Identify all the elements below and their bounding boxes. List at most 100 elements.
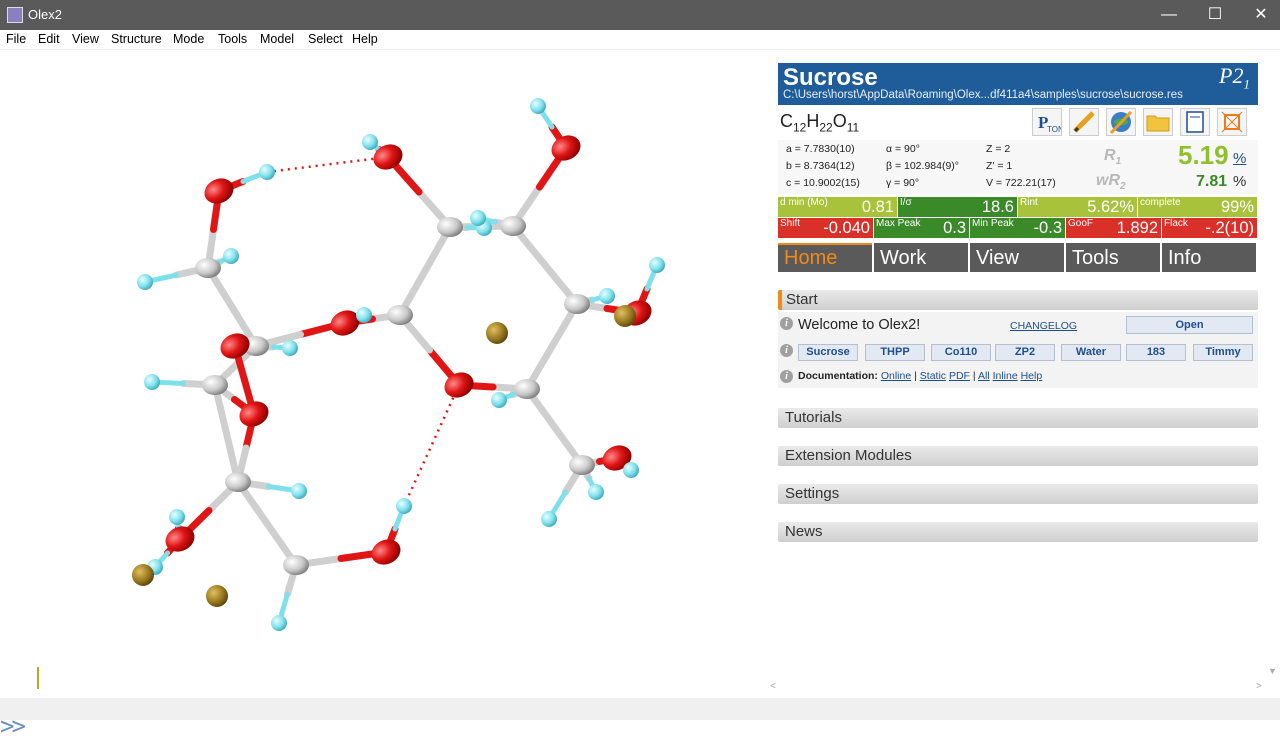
tab-tools[interactable]: Tools	[1066, 243, 1160, 272]
pencil-icon[interactable]	[1069, 108, 1099, 136]
electron-density-peak[interactable]	[486, 322, 508, 344]
hydrogen-atom[interactable]	[356, 307, 372, 323]
sample-co110-button[interactable]: Co110	[931, 344, 991, 361]
sample-zp2-button[interactable]: ZP2	[995, 344, 1055, 361]
folder-icon[interactable]	[1143, 108, 1173, 136]
carbon-atom[interactable]	[437, 217, 463, 237]
molecule-viewer[interactable]: >>	[0, 50, 765, 740]
electron-density-peak[interactable]	[132, 564, 154, 586]
tab-home[interactable]: Home	[778, 243, 872, 272]
hydrogen-atom[interactable]	[396, 498, 412, 514]
window-title: Olex2	[28, 7, 62, 22]
section-news[interactable]: News	[778, 522, 1258, 542]
menu-structure[interactable]: Structure	[111, 32, 162, 46]
doc-inline-link[interactable]: Inline	[993, 370, 1018, 382]
sample-thpp-button[interactable]: THPP	[865, 344, 925, 361]
globe-icon[interactable]	[1106, 108, 1136, 136]
doc-help-link[interactable]: Help	[1021, 370, 1043, 382]
hydrogen-atom[interactable]	[223, 248, 239, 264]
sample-water-button[interactable]: Water	[1061, 344, 1121, 361]
hydrogen-atom[interactable]	[588, 484, 604, 500]
carbon-atom[interactable]	[387, 305, 413, 325]
minimize-button[interactable]: —	[1146, 0, 1192, 30]
scroll-right-arrow[interactable]: >	[1256, 681, 1262, 692]
carbon-atom[interactable]	[500, 216, 526, 236]
hydrogen-atom[interactable]	[470, 210, 486, 226]
doc-pdf-link[interactable]: PDF	[949, 370, 970, 382]
scroll-left-arrow[interactable]: <	[770, 681, 776, 692]
section-tutorials[interactable]: Tutorials	[778, 408, 1258, 428]
hydrogen-atom[interactable]	[530, 98, 546, 114]
menu-view[interactable]: View	[72, 32, 99, 46]
hydrogen-atom[interactable]	[291, 483, 307, 499]
stat-label: Min Peak	[972, 218, 1014, 229]
menu-tools[interactable]: Tools	[218, 32, 247, 46]
menu-edit[interactable]: Edit	[38, 32, 60, 46]
open-button[interactable]: Open	[1126, 316, 1253, 334]
menu-select[interactable]: Select	[308, 32, 343, 46]
doc-static-link[interactable]: Static	[920, 370, 946, 382]
info-icon[interactable]: i	[780, 344, 793, 357]
hydrogen-atom[interactable]	[169, 509, 185, 525]
carbon-atom[interactable]	[202, 375, 228, 395]
hydrogen-atom[interactable]	[271, 615, 287, 631]
stat-label: Flack	[1164, 218, 1188, 229]
hydrogen-atom[interactable]	[491, 392, 507, 408]
stat-value: 18.6	[981, 198, 1014, 216]
menu-file[interactable]: File	[6, 32, 26, 46]
carbon-atom[interactable]	[283, 555, 309, 575]
structure-name: Sucrose	[783, 64, 878, 91]
doc-all-link[interactable]: All	[978, 370, 990, 382]
hydrogen-bond[interactable]	[266, 155, 389, 174]
electron-density-peak[interactable]	[206, 585, 228, 607]
menu-model[interactable]: Model	[260, 32, 294, 46]
hydrogen-atom[interactable]	[144, 374, 160, 390]
sample-sucrose-button[interactable]: Sucrose	[798, 344, 858, 361]
oxygen-atom[interactable]	[200, 174, 237, 208]
section-start[interactable]: Start	[778, 290, 1258, 310]
command-input-caret[interactable]	[37, 667, 39, 689]
menu-mode[interactable]: Mode	[173, 32, 204, 46]
section-extension-modules[interactable]: Extension Modules	[778, 446, 1258, 466]
hydrogen-atom[interactable]	[599, 288, 615, 304]
scroll-down-arrow[interactable]: ▼	[1268, 666, 1277, 676]
hydrogen-atom[interactable]	[282, 340, 298, 356]
tab-work[interactable]: Work	[874, 243, 968, 272]
oxygen-atom[interactable]	[547, 131, 584, 165]
sample-183-button[interactable]: 183	[1126, 344, 1186, 361]
hydrogen-atom[interactable]	[541, 511, 557, 527]
oxygen-atom[interactable]	[367, 535, 404, 569]
crystal-icon[interactable]	[1217, 108, 1247, 136]
doc-online-link[interactable]: Online	[881, 370, 911, 382]
hydrogen-atom[interactable]	[259, 164, 275, 180]
r1-unit[interactable]: %	[1233, 150, 1246, 167]
ptable-icon[interactable]: P TON	[1032, 108, 1064, 136]
hydrogen-atom[interactable]	[137, 274, 153, 290]
carbon-atom[interactable]	[225, 472, 251, 492]
carbon-atom[interactable]	[569, 455, 595, 475]
file-path[interactable]: C:\Users\horst\AppData\Roaming\Olex...df…	[783, 89, 1183, 101]
sample-timmy-button[interactable]: Timmy	[1193, 344, 1253, 361]
hydrogen-atom[interactable]	[649, 257, 665, 273]
close-button[interactable]: ✕	[1238, 0, 1280, 30]
electron-density-peak[interactable]	[614, 305, 636, 327]
carbon-atom[interactable]	[195, 258, 221, 278]
info-icon[interactable]: i	[780, 317, 793, 330]
info-icon[interactable]: i	[780, 370, 793, 383]
hydrogen-atom[interactable]	[362, 134, 378, 150]
carbon-atom[interactable]	[514, 379, 540, 399]
space-group: P21	[1219, 63, 1250, 92]
wr2-label: wR2	[1096, 172, 1126, 193]
changelog-link[interactable]: CHANGELOG	[1010, 320, 1077, 332]
maximize-button[interactable]: ☐	[1192, 0, 1238, 30]
molecule-canvas[interactable]	[0, 50, 765, 700]
menu-help[interactable]: Help	[352, 32, 378, 46]
tab-info[interactable]: Info	[1162, 243, 1256, 272]
hydrogen-atom[interactable]	[623, 462, 639, 478]
section-settings[interactable]: Settings	[778, 484, 1258, 504]
stat-flack: Flack -.2(10)	[1162, 218, 1257, 238]
carbon-atom[interactable]	[564, 294, 590, 314]
tab-view[interactable]: View	[970, 243, 1064, 272]
notepad-icon[interactable]	[1180, 108, 1210, 136]
hydrogen-bond[interactable]	[402, 384, 461, 507]
